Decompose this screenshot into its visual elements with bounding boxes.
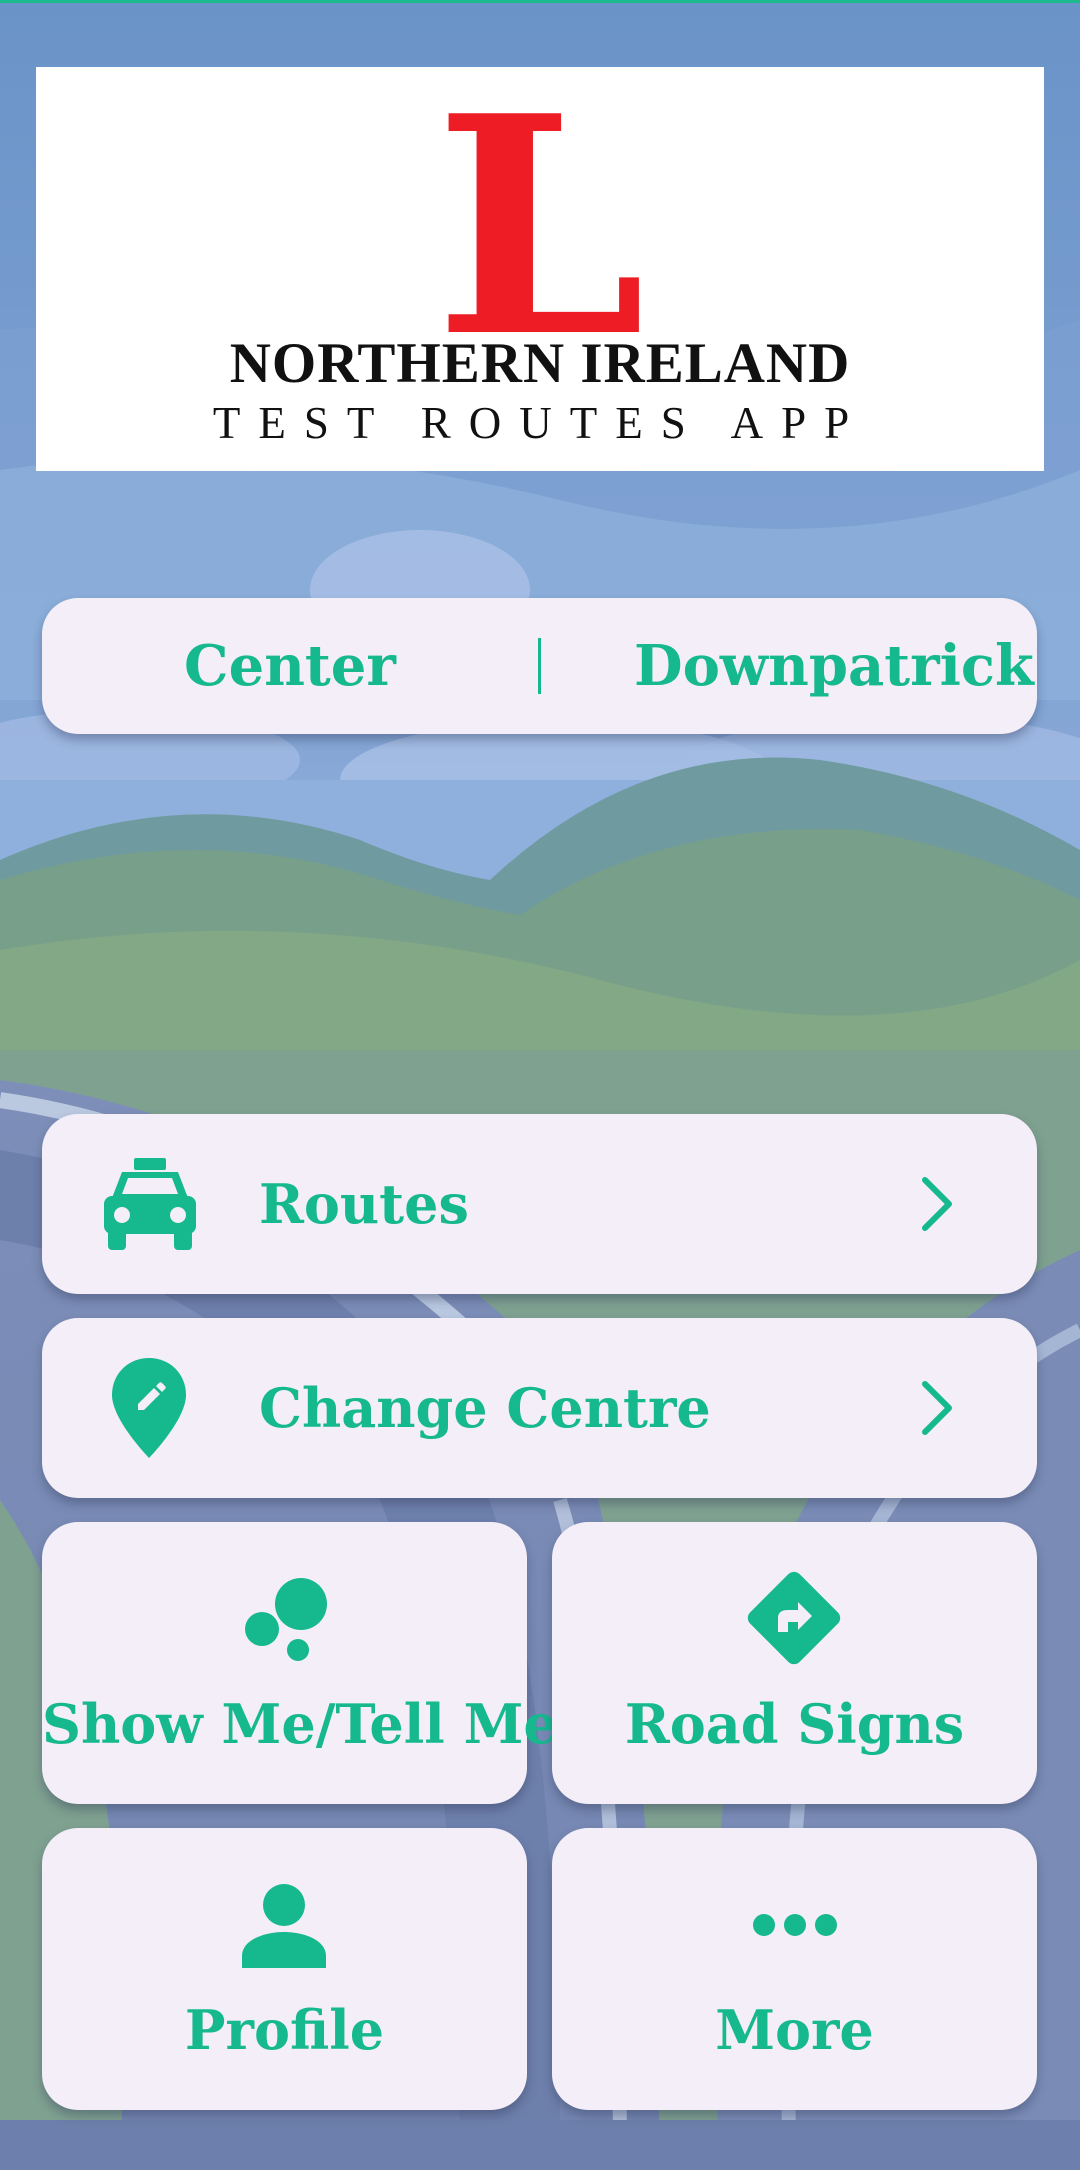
profile-button[interactable]: Profile (42, 1828, 527, 2110)
chevron-right-icon (922, 1177, 952, 1231)
change-centre-button[interactable]: Change Centre (42, 1318, 1037, 1498)
logo-subtitle: TEST ROUTES APP (212, 398, 868, 448)
logo-title: NORTHERN IRELAND (229, 332, 851, 395)
change-centre-label: Change Centre (259, 1376, 711, 1440)
center-divider (538, 638, 541, 694)
more-label: More (715, 1998, 874, 2062)
show-me-tell-me-button[interactable]: Show Me/Tell Me (42, 1522, 558, 1804)
turn-sign-icon (747, 1571, 841, 1665)
center-label: Center (184, 633, 396, 699)
center-selector[interactable]: Center Downpatrick (42, 598, 1037, 734)
routes-label: Routes (259, 1172, 469, 1236)
center-value: Downpatrick (634, 633, 1034, 699)
profile-label: Profile (184, 1998, 385, 2062)
top-accent-line (0, 0, 1080, 3)
person-icon (242, 1884, 326, 1968)
chevron-right-icon (922, 1381, 952, 1435)
map-pin-edit-icon (112, 1358, 186, 1458)
road-signs-label: Road Signs (624, 1692, 965, 1756)
bubbles-icon (245, 1578, 327, 1661)
car-icon (104, 1158, 196, 1250)
app-logo: L NORTHERN IRELAND TEST ROUTES APP (36, 67, 1044, 471)
show-me-tell-me-label: Show Me/Tell Me (42, 1692, 558, 1756)
more-dots-icon (753, 1914, 837, 1936)
road-signs-button[interactable]: Road Signs (552, 1522, 1037, 1804)
more-button[interactable]: More (552, 1828, 1037, 2110)
routes-button[interactable]: Routes (42, 1114, 1037, 1294)
